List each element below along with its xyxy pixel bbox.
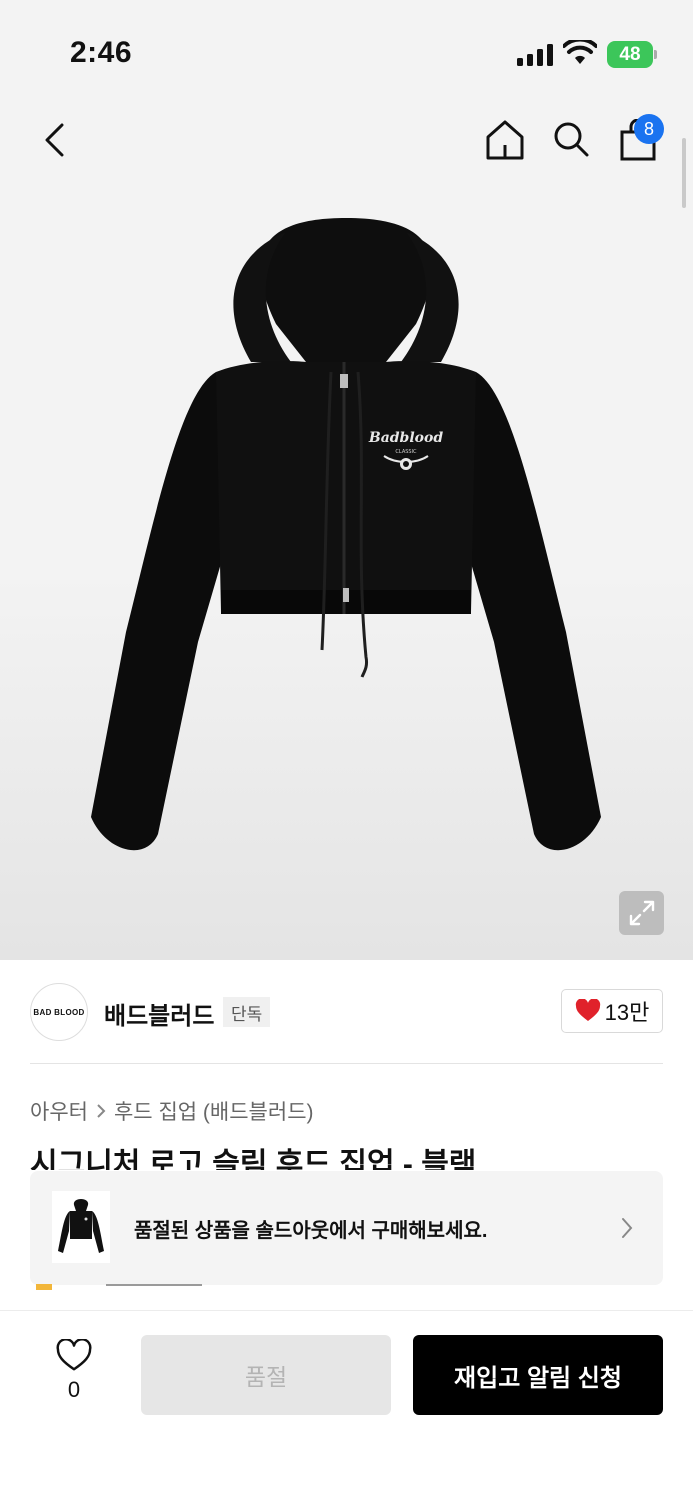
status-time: 2:46 [70,36,133,69]
brand-logo[interactable]: BAD BLOOD [30,983,88,1041]
cart-count-badge: 8 [634,114,664,144]
battery-level: 48 [607,41,653,68]
soldout-button[interactable]: 품절 [141,1335,391,1415]
heart-outline-icon [56,1339,92,1371]
product-hero: 2:46 48 8 Badblood CLASSIC [0,0,693,960]
status-bar: 2:46 48 [0,0,693,100]
brand-logo-text: BAD BLOOD [33,1007,85,1017]
chevron-right-icon [97,1104,106,1118]
product-logo-text: Badblood [368,430,443,446]
product-logo-subtext: CLASSIC [395,449,417,455]
search-icon [554,122,589,157]
chevron-left-icon [45,123,64,157]
brand-like-button[interactable]: 13만 [561,989,663,1033]
restock-alert-button[interactable]: 재입고 알림 신청 [413,1335,663,1415]
soldout-market-banner[interactable]: 품절된 상품을 솔드아웃에서 구매해보세요. [30,1171,663,1285]
home-icon [486,120,524,160]
banner-text: 품절된 상품을 솔드아웃에서 구매해보세요. [134,1220,488,1242]
fullscreen-button[interactable] [619,891,664,935]
hoodie-thumbnail-image [58,1199,104,1253]
banner-thumbnail [52,1191,110,1263]
expand-icon [629,900,654,926]
bottom-action-bar: 0 품절 재입고 알림 신청 [0,1310,693,1500]
breadcrumb-subcategory[interactable]: 후드 집업 (배드블러드) [114,1096,314,1126]
cellular-signal-icon [517,44,553,66]
back-button[interactable] [32,118,76,162]
battery-indicator: 48 [607,41,657,68]
brand-row: BAD BLOOD 배드블러드 단독 13만 [30,983,663,1041]
brand-like-count: 13만 [604,1000,650,1025]
breadcrumb: 아우터 후드 집업 (배드블러드) [30,1096,314,1126]
product-title: 시그니처 로고 슬림 후드 집업 - 블랙 [30,1148,477,1170]
chevron-right-icon [622,1218,633,1238]
battery-nub [654,50,657,59]
product-image[interactable]: Badblood CLASSIC [86,212,606,872]
home-button[interactable] [482,116,528,164]
breadcrumb-category[interactable]: 아우터 [30,1096,88,1126]
wishlist-button[interactable]: 0 [52,1339,96,1403]
divider [30,1063,663,1064]
exclusive-badge: 단독 [223,997,271,1027]
search-button[interactable] [548,116,594,162]
heart-filled-icon [575,999,600,1021]
wifi-icon [563,40,597,64]
scroll-indicator [682,138,686,208]
partially-hidden-content [36,1284,202,1290]
wishlist-count: 0 [67,1377,81,1402]
brand-name[interactable]: 배드블러드 [104,996,214,1031]
